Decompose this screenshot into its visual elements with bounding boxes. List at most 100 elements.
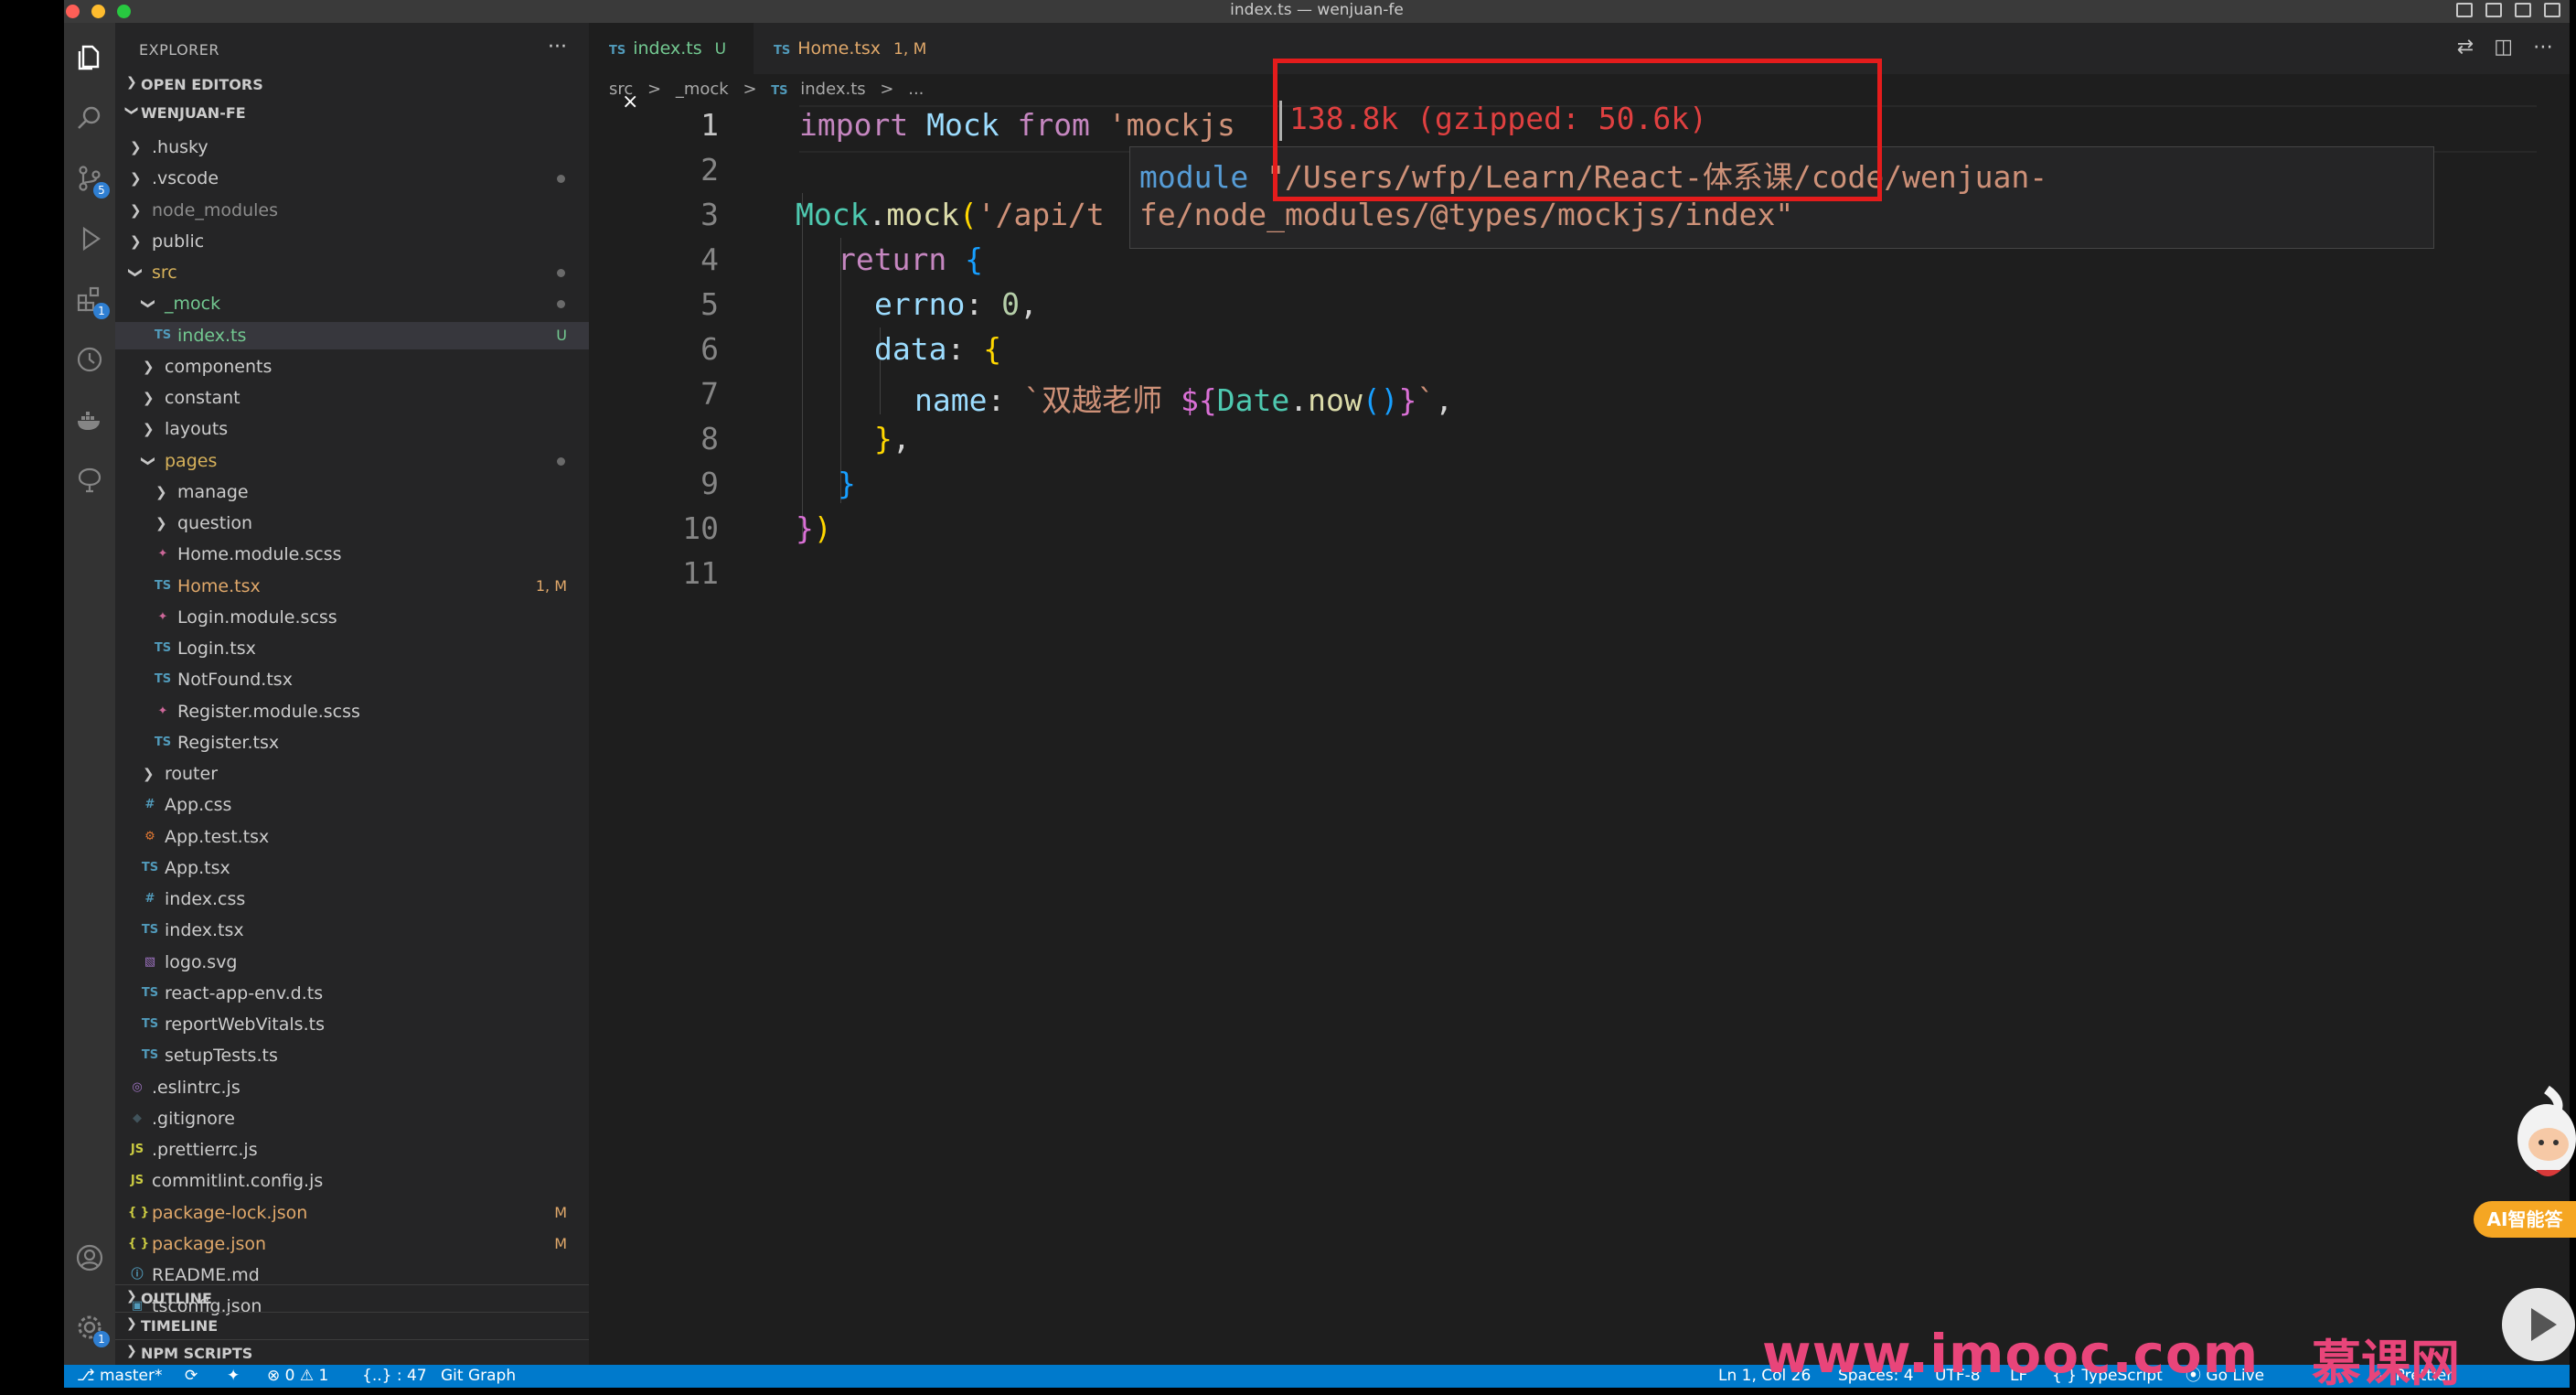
git-status-badge: M — [554, 1234, 567, 1252]
more-actions-button[interactable]: ··· — [548, 36, 567, 59]
toggle-sidebar-icon[interactable] — [2456, 3, 2473, 17]
tab-home-tsx[interactable]: TS Home.tsx 1, M — [755, 23, 934, 74]
tree-item-label: commitlint.config.js — [152, 1171, 324, 1192]
chevron-right-icon: ❯ — [143, 390, 155, 406]
tree-item-label: react-app-env.d.ts — [165, 982, 324, 1003]
tree-file[interactable]: TS index.tsx — [115, 917, 589, 944]
brackets-status[interactable]: {..} : 47 — [362, 1365, 427, 1388]
project-section[interactable]: ❯ WENJUAN-FE — [115, 100, 589, 127]
tree-file[interactable]: ⚙ App.test.tsx — [115, 823, 589, 851]
indent-guide — [802, 193, 803, 541]
tree-file[interactable]: ◆ .gitignore — [115, 1105, 589, 1132]
tree-item-label: question — [177, 513, 253, 533]
accounts-icon[interactable] — [75, 1243, 104, 1272]
tree-file[interactable]: { } package-lock.json M — [115, 1199, 589, 1227]
live-share-icon[interactable]: ✦ — [227, 1365, 240, 1388]
play-button[interactable] — [2502, 1288, 2575, 1361]
tree-folder[interactable]: ❯ _mock — [115, 290, 589, 317]
git-graph-icon[interactable] — [75, 466, 104, 495]
breadcrumb-index-ts[interactable]: index.ts — [800, 80, 865, 99]
customize-layout-icon[interactable] — [2544, 3, 2560, 17]
breadcrumb-symbols[interactable]: ... — [908, 80, 924, 99]
tree-file[interactable]: TS react-app-env.d.ts — [115, 980, 589, 1007]
line-number: 5 — [700, 286, 719, 322]
tree-folder[interactable]: ❯ public — [115, 228, 589, 255]
breadcrumb-mock[interactable]: _mock — [676, 80, 729, 99]
tree-file[interactable]: TS index.ts U — [115, 321, 589, 349]
tree-folder[interactable]: ❯ manage — [115, 478, 589, 506]
tree-item-label: reportWebVitals.ts — [165, 1014, 325, 1035]
tree-folder[interactable]: ❯ constant — [115, 384, 589, 412]
tree-item-label: logo.svg — [165, 951, 238, 972]
toggle-secondary-sidebar-icon[interactable] — [2515, 3, 2531, 17]
toggle-panel-icon[interactable] — [2485, 3, 2502, 17]
tree-item-label: src — [152, 263, 177, 283]
more-editor-actions-icon[interactable]: ⋯ — [2533, 36, 2553, 59]
code-line-8: }, — [874, 421, 911, 456]
tree-file[interactable]: TS Home.tsx 1, M — [115, 573, 589, 600]
watermark-url: www.imooc.com — [1762, 1323, 2260, 1385]
git-status-badge: U — [556, 326, 567, 344]
tree-file[interactable]: TS NotFound.tsx — [115, 666, 589, 693]
settings-gear-icon[interactable]: 1 — [75, 1313, 110, 1347]
line-number: 2 — [700, 152, 719, 188]
tree-folder[interactable]: ❯ src — [115, 259, 589, 286]
tree-file[interactable]: ◎ .eslintrc.js — [115, 1074, 589, 1101]
tree-folder[interactable]: ❯ pages — [115, 447, 589, 475]
tree-file[interactable]: # App.css — [115, 791, 589, 819]
open-changes-icon[interactable]: ⇄ — [2457, 36, 2474, 59]
sync-icon[interactable]: ⟳ — [185, 1365, 198, 1388]
split-editor-icon[interactable]: ◫ — [2494, 36, 2513, 59]
open-editors-section[interactable]: ❯ OPEN EDITORS — [115, 71, 589, 99]
run-debug-icon[interactable] — [75, 224, 104, 253]
timeline-history-icon[interactable] — [75, 345, 104, 374]
ts-file-icon: TS — [141, 860, 159, 875]
tree-item-label: index.css — [165, 889, 246, 909]
code-line-9: } — [838, 466, 856, 501]
tree-file[interactable]: JS .prettierrc.js — [115, 1136, 589, 1164]
eslint-file-icon: ◎ — [132, 1079, 143, 1094]
tree-folder[interactable]: ❯ components — [115, 353, 589, 381]
tree-file[interactable]: ✦ Login.module.scss — [115, 604, 589, 631]
npm-scripts-section[interactable]: ❯ NPM SCRIPTS — [115, 1339, 589, 1368]
branch-status[interactable]: ⎇ master* — [77, 1365, 162, 1388]
tree-folder[interactable]: ❯ router — [115, 760, 589, 788]
explorer-icon[interactable] — [75, 43, 104, 72]
search-icon[interactable] — [75, 103, 104, 133]
tree-folder[interactable]: ❯ question — [115, 510, 589, 537]
tree-item-label: Login.module.scss — [177, 606, 337, 628]
tree-file[interactable]: ▧ logo.svg — [115, 949, 589, 976]
tree-file[interactable]: TS reportWebVitals.ts — [115, 1011, 589, 1038]
outline-section[interactable]: ❯ OUTLINE — [115, 1284, 589, 1313]
tree-folder[interactable]: ❯ .vscode — [115, 165, 589, 192]
tree-file[interactable]: ✦ Home.module.scss — [115, 541, 589, 568]
tree-item-label: .gitignore — [152, 1108, 235, 1129]
json-file-icon: { } — [128, 1236, 150, 1250]
tree-file[interactable]: # index.css — [115, 885, 589, 913]
tree-file[interactable]: TS setupTests.ts — [115, 1042, 589, 1069]
ai-assistant-badge[interactable]: AI智能答 — [2474, 1201, 2576, 1238]
line-number: 8 — [700, 421, 719, 456]
git-graph-status[interactable]: Git Graph — [441, 1365, 516, 1388]
tree-folder[interactable]: ❯ .husky — [115, 134, 589, 161]
highlight-annotation-box — [1273, 59, 1882, 201]
tree-folder[interactable]: ❯ node_modules — [115, 197, 589, 224]
tree-file[interactable]: JS commitlint.config.js — [115, 1167, 589, 1195]
tree-file[interactable]: TS Login.tsx — [115, 635, 589, 662]
tree-file[interactable]: { } package.json M — [115, 1230, 589, 1258]
docker-icon[interactable] — [75, 405, 104, 435]
problems-status[interactable]: ⊗ 0 ⚠ 1 — [267, 1365, 328, 1388]
tree-item-label: Register.tsx — [177, 732, 280, 753]
tree-file[interactable]: TS Register.tsx — [115, 729, 589, 757]
tree-file[interactable]: TS App.tsx — [115, 854, 589, 882]
tree-item-label: manage — [177, 481, 249, 502]
source-control-icon[interactable]: 5 — [75, 164, 110, 199]
timeline-section[interactable]: ❯ TIMELINE — [115, 1312, 589, 1340]
code-editor[interactable]: 1 2 3 4 5 6 7 8 9 10 11 import Mock from 'mockjs M… — [589, 105, 2570, 1294]
tab-index-ts[interactable]: TS index.ts U × — [589, 23, 754, 113]
tree-file[interactable]: ✦ Register.module.scss — [115, 698, 589, 725]
breadcrumb-src[interactable]: src — [609, 80, 633, 99]
extensions-icon[interactable]: 1 — [75, 284, 110, 319]
tree-folder[interactable]: ❯ layouts — [115, 415, 589, 443]
git-status-badge: M — [554, 1203, 567, 1221]
